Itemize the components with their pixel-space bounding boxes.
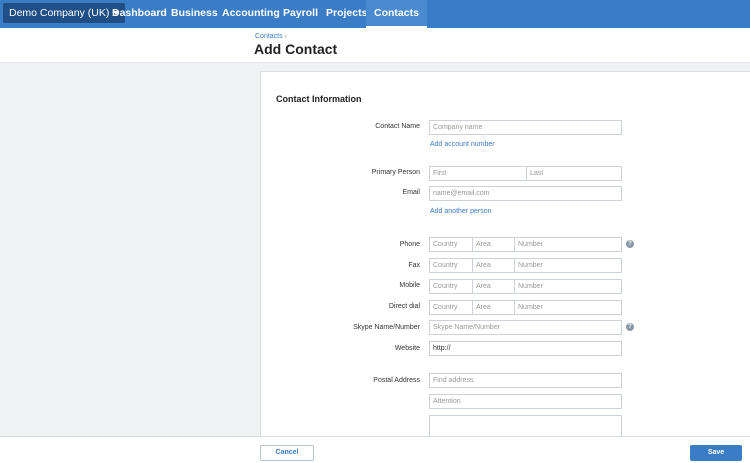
direct-dial-area-input[interactable]: Area [473, 301, 491, 314]
phone-help-icon[interactable]: ? [626, 240, 634, 248]
mobile-number-input[interactable]: Number [515, 280, 543, 293]
breadcrumb: Contacts › [255, 33, 287, 40]
phone-number-input[interactable]: Number [515, 238, 543, 251]
phone-label: Phone [399, 241, 420, 248]
nav-item-projects[interactable]: Projects [326, 0, 367, 28]
fax-number-input[interactable]: Number [515, 259, 543, 272]
email-label: Email [402, 189, 420, 196]
direct-dial-country-input[interactable]: Country [430, 301, 458, 314]
add-account-number-link[interactable]: Add account number [430, 141, 495, 148]
nav-item-accounting[interactable]: Accounting [222, 0, 280, 28]
fax-group: Country Area Number [429, 258, 622, 273]
mobile-area-input[interactable]: Area [473, 280, 491, 293]
first-name-input[interactable]: First [430, 167, 447, 180]
mobile-label: Mobile [399, 282, 420, 289]
nav-item-dashboard[interactable]: Dashboard [112, 0, 167, 28]
save-button[interactable]: Save [690, 445, 742, 461]
direct-dial-number-input[interactable]: Number [515, 301, 543, 314]
skype-help-icon[interactable]: ? [626, 323, 634, 331]
breadcrumb-contacts[interactable]: Contacts [255, 33, 283, 40]
contact-name-label: Contact Name [375, 123, 420, 130]
email-placeholder: name@email.com [433, 190, 490, 197]
nav-item-business[interactable]: Business [171, 0, 218, 28]
company-name: Demo Company (UK) [9, 7, 110, 19]
contact-name-input[interactable]: Company name [429, 120, 622, 135]
phone-area-input[interactable]: Area [473, 238, 491, 251]
last-name-input[interactable]: Last [527, 167, 543, 180]
fax-area-input[interactable]: Area [473, 259, 491, 272]
website-input[interactable]: http:// [429, 341, 622, 356]
mobile-group: Country Area Number [429, 279, 622, 294]
page-title: Add Contact [254, 41, 338, 57]
postal-address-label: Postal Address [373, 377, 420, 384]
phone-group: Country Area Number [429, 237, 622, 252]
footer-bar [0, 436, 750, 463]
nav-item-payroll[interactable]: Payroll [283, 0, 318, 28]
skype-placeholder: Skype Name/Number [433, 324, 500, 331]
find-address-input[interactable]: Find address [429, 373, 622, 388]
mobile-country-input[interactable]: Country [430, 280, 458, 293]
primary-person-group: First Last [429, 166, 622, 181]
direct-dial-label: Direct dial [388, 303, 420, 310]
find-address-placeholder: Find address [433, 377, 474, 384]
skype-label: Skype Name/Number [353, 324, 420, 331]
cancel-button[interactable]: Cancel [260, 445, 314, 461]
fax-label: Fax [408, 262, 420, 269]
primary-person-label: Primary Person [371, 169, 420, 176]
website-label: Website [394, 345, 420, 352]
skype-input[interactable]: Skype Name/Number [429, 320, 622, 335]
breadcrumb-separator: › [284, 33, 287, 40]
nav-item-contacts[interactable]: Contacts [366, 0, 427, 28]
website-value: http:// [433, 345, 451, 352]
attention-input[interactable]: Attention [429, 394, 622, 409]
fax-country-input[interactable]: Country [430, 259, 458, 272]
contact-name-placeholder: Company name [433, 124, 483, 131]
company-switcher[interactable]: Demo Company (UK) [3, 3, 126, 23]
section-title: Contact Information [276, 94, 362, 104]
email-input[interactable]: name@email.com [429, 186, 622, 201]
top-nav: Demo Company (UK) Dashboard Business Acc… [0, 0, 750, 28]
add-another-person-link[interactable]: Add another person [430, 208, 492, 215]
page-header: Contacts › Add Contact [0, 28, 750, 63]
attention-placeholder: Attention [433, 398, 461, 405]
direct-dial-group: Country Area Number [429, 300, 622, 315]
phone-country-input[interactable]: Country [430, 238, 458, 251]
